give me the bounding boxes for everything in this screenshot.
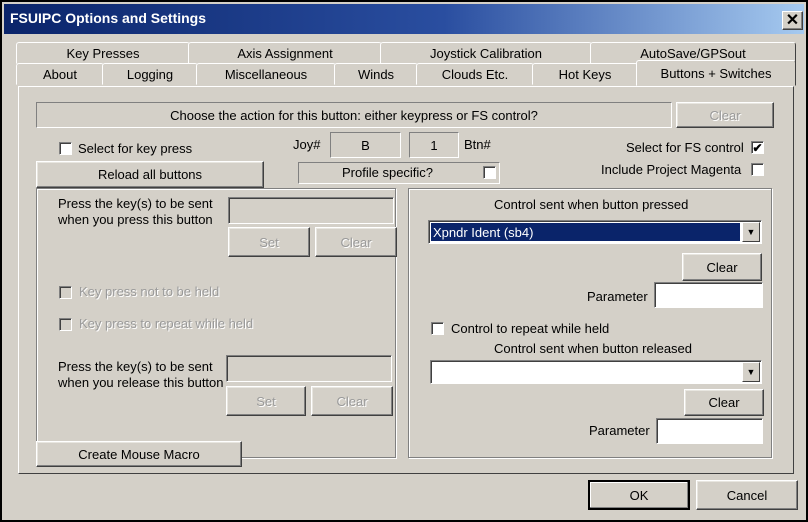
button-label: Clear xyxy=(708,395,740,410)
release-set-button[interactable]: Set xyxy=(226,386,306,416)
profile-specific-checkbox[interactable] xyxy=(483,166,496,179)
control-repeat-label: Control to repeat while held xyxy=(451,321,610,336)
tab-label: Winds xyxy=(357,66,395,82)
btn-value-field: 1 xyxy=(409,132,459,158)
tab-logging[interactable]: Logging xyxy=(102,63,198,85)
joy-value-field: B xyxy=(330,132,401,158)
press-clear-button[interactable]: Clear xyxy=(315,227,397,257)
button-label: Clear xyxy=(340,234,372,250)
title-bar: FSUIPC Options and Settings ✕ xyxy=(4,4,804,34)
window-title: FSUIPC Options and Settings xyxy=(10,10,207,26)
key-repeat-label: Key press to repeat while held xyxy=(79,316,254,331)
button-label: Set xyxy=(256,393,276,409)
chevron-down-icon[interactable]: ▼ xyxy=(742,222,760,242)
tab-label: About xyxy=(43,66,77,82)
create-mouse-macro-button[interactable]: Create Mouse Macro xyxy=(36,441,242,467)
tab-label: Axis Assignment xyxy=(237,45,333,61)
select-key-press-label: Select for key press xyxy=(78,141,193,156)
parameter-field[interactable] xyxy=(654,282,763,308)
tab-label: AutoSave/GPSout xyxy=(640,45,746,61)
press-set-button[interactable]: Set xyxy=(228,227,310,257)
tab-label: Joystick Calibration xyxy=(430,45,542,61)
tab-label: Clouds Etc. xyxy=(441,66,509,82)
cancel-button[interactable]: Cancel xyxy=(696,480,798,510)
parameter2-label: Parameter xyxy=(589,423,650,438)
action-prompt-text: Choose the action for this button: eithe… xyxy=(170,107,538,123)
control-released-dropdown[interactable]: ▼ xyxy=(430,360,762,384)
prompt-clear-button[interactable]: Clear xyxy=(676,102,774,128)
control-released-clear-button[interactable]: Clear xyxy=(684,389,764,416)
tab-clouds-etc[interactable]: Clouds Etc. xyxy=(416,63,534,85)
key-repeat-checkbox[interactable] xyxy=(59,318,72,331)
ok-button[interactable]: OK xyxy=(588,480,690,510)
tab-label: Hot Keys xyxy=(558,66,612,82)
parameter2-field[interactable] xyxy=(656,418,763,444)
tab-label: Logging xyxy=(126,66,174,82)
tab-joystick-calibration[interactable]: Joystick Calibration xyxy=(380,42,592,64)
tab-axis-assignment[interactable]: Axis Assignment xyxy=(188,42,382,64)
button-label: Set xyxy=(259,234,279,250)
joy-label: Joy# xyxy=(293,137,321,152)
tab-label: Miscellaneous xyxy=(224,66,308,82)
select-fs-control-label: Select for FS control xyxy=(626,140,744,155)
tab-key-presses[interactable]: Key Presses xyxy=(16,42,190,64)
control-released-title: Control sent when button released xyxy=(494,341,693,356)
reload-all-buttons-button[interactable]: Reload all buttons xyxy=(36,161,264,188)
key-not-held-label: Key press not to be held xyxy=(79,284,220,299)
release-keys-field[interactable] xyxy=(226,355,392,382)
fsuipc-options-window: FSUIPC Options and Settings ✕ Key Presse… xyxy=(0,0,808,522)
btn-value: 1 xyxy=(430,137,438,153)
button-label: OK xyxy=(629,487,649,503)
key-not-held-checkbox[interactable] xyxy=(59,286,72,299)
press-keys-field[interactable] xyxy=(228,197,394,224)
control-pressed-value: Xpndr Ident (sb4) xyxy=(431,223,740,241)
tab-buttons-switches[interactable]: Buttons + Switches xyxy=(636,60,796,86)
profile-specific-label: Profile specific? xyxy=(342,165,434,180)
button-label: Clear xyxy=(709,107,741,123)
tab-about[interactable]: About xyxy=(16,63,104,85)
control-pressed-dropdown[interactable]: Xpndr Ident (sb4) ▼ xyxy=(428,220,762,244)
close-icon: ✕ xyxy=(785,11,800,29)
control-pressed-title: Control sent when button pressed xyxy=(494,197,689,212)
press-keys-label: Press the key(s) to be sent when you pre… xyxy=(58,196,213,227)
release-clear-button[interactable]: Clear xyxy=(311,386,393,416)
button-label: Cancel xyxy=(726,487,768,503)
button-label: Reload all buttons xyxy=(97,167,203,182)
include-project-magenta-label: Include Project Magenta xyxy=(601,162,742,177)
include-project-magenta-checkbox[interactable] xyxy=(751,163,764,176)
tab-label: Key Presses xyxy=(66,45,140,61)
select-key-press-checkbox[interactable] xyxy=(59,142,72,155)
control-pressed-clear-button[interactable]: Clear xyxy=(682,253,762,281)
tab-miscellaneous[interactable]: Miscellaneous xyxy=(196,63,336,85)
tab-winds[interactable]: Winds xyxy=(334,63,418,85)
button-label: Create Mouse Macro xyxy=(78,446,200,462)
control-repeat-checkbox[interactable] xyxy=(431,322,444,335)
action-prompt: Choose the action for this button: eithe… xyxy=(36,102,672,128)
btn-label: Btn# xyxy=(464,137,491,152)
close-button[interactable]: ✕ xyxy=(782,11,803,30)
release-keys-label: Press the key(s) to be sent when you rel… xyxy=(58,359,224,390)
tab-hot-keys[interactable]: Hot Keys xyxy=(532,63,638,85)
select-fs-control-checkbox[interactable]: ✔ xyxy=(751,141,764,154)
chevron-down-icon[interactable]: ▼ xyxy=(742,362,760,382)
joy-value: B xyxy=(361,137,370,153)
checkmark-icon: ✔ xyxy=(752,140,763,155)
tab-label: Buttons + Switches xyxy=(660,65,772,81)
button-label: Clear xyxy=(706,259,738,275)
parameter-label: Parameter xyxy=(587,289,648,304)
button-label: Clear xyxy=(336,393,368,409)
